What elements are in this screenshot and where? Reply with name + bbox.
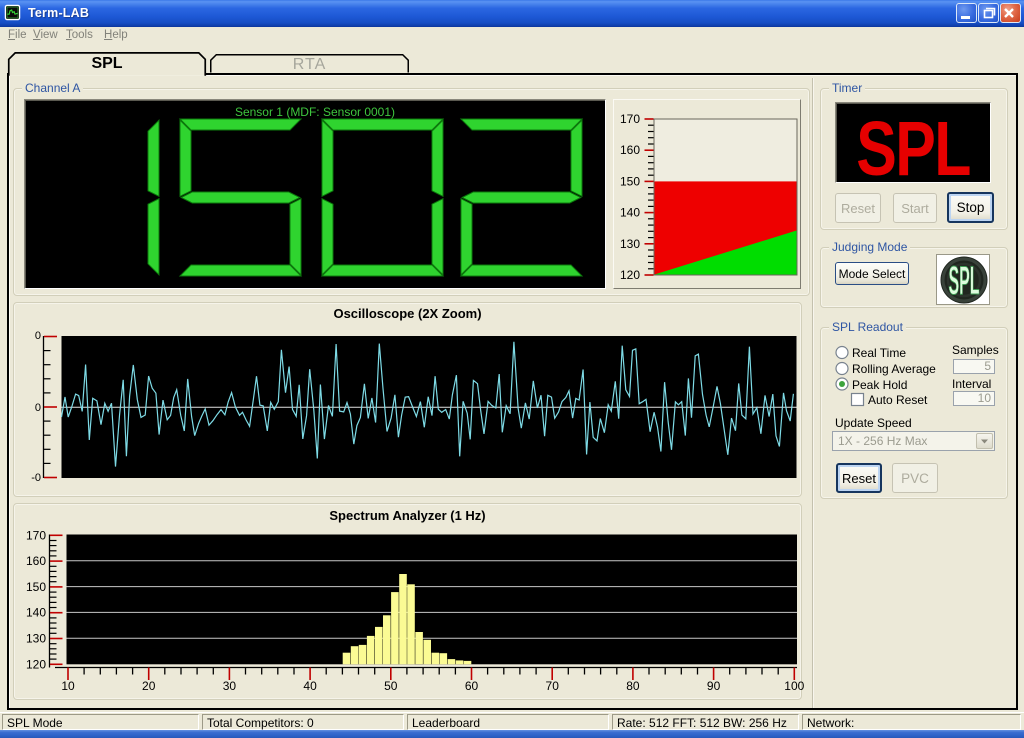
svg-text:130: 130 (620, 237, 640, 251)
svg-text:140: 140 (620, 206, 640, 220)
svg-text:170: 170 (620, 112, 640, 126)
svg-text:Sensor 1 (MDF: Sensor 0001): Sensor 1 (MDF: Sensor 0001) (235, 105, 395, 119)
svg-text:160: 160 (620, 143, 640, 157)
svg-text:120: 120 (620, 268, 640, 282)
svg-text:150: 150 (620, 174, 640, 188)
svg-text:SPL: SPL (948, 259, 979, 304)
